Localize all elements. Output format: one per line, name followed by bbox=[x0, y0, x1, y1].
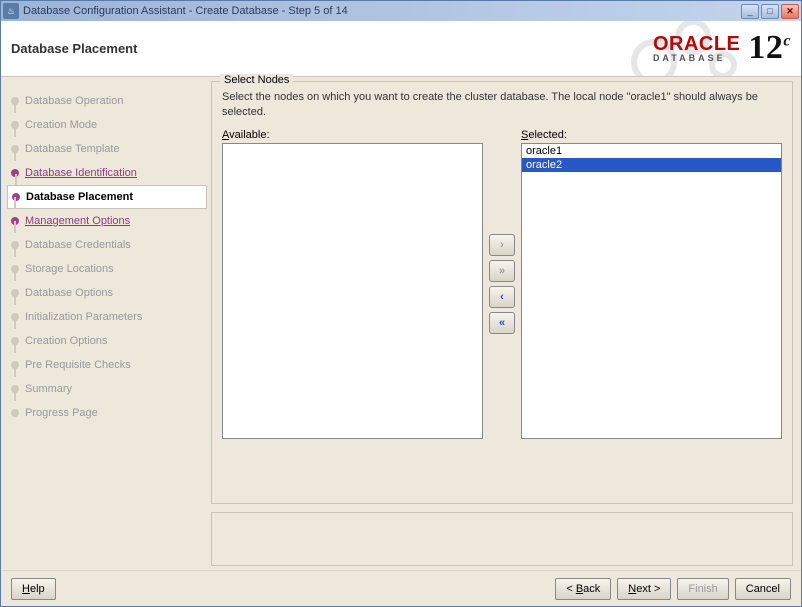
header-banner: Database Placement ORACLE DATABASE 12c bbox=[1, 21, 801, 77]
step-management-options[interactable]: Management Options bbox=[7, 209, 207, 233]
java-icon: ♨ bbox=[3, 3, 19, 19]
remove-button[interactable]: ‹ bbox=[489, 286, 515, 308]
step-label: Database Credentials bbox=[25, 239, 131, 251]
selected-label: Selected: bbox=[521, 129, 782, 141]
step-summary: Summary bbox=[7, 377, 207, 401]
step-label: Database Options bbox=[25, 287, 113, 299]
select-nodes-group: Select Nodes Select the nodes on which y… bbox=[211, 81, 793, 504]
list-item[interactable]: oracle2 bbox=[522, 158, 781, 172]
step-storage-locations: Storage Locations bbox=[7, 257, 207, 281]
list-item[interactable]: oracle1 bbox=[522, 144, 781, 158]
add-all-button[interactable]: » bbox=[489, 260, 515, 282]
step-creation-options: Creation Options bbox=[7, 329, 207, 353]
message-area bbox=[211, 512, 793, 566]
step-label: Storage Locations bbox=[25, 263, 114, 275]
available-listbox[interactable] bbox=[222, 143, 483, 439]
step-label: Summary bbox=[25, 383, 72, 395]
version-text: 12c bbox=[748, 32, 791, 64]
step-database-placement: Database Placement bbox=[7, 185, 207, 209]
step-database-credentials: Database Credentials bbox=[7, 233, 207, 257]
step-database-template: Database Template bbox=[7, 137, 207, 161]
available-label: Available: bbox=[222, 129, 483, 141]
step-creation-mode: Creation Mode bbox=[7, 113, 207, 137]
step-initialization-parameters: Initialization Parameters bbox=[7, 305, 207, 329]
back-button[interactable]: < Back bbox=[555, 578, 611, 600]
footer: Help < Back Next > Finish Cancel bbox=[1, 570, 801, 606]
shuttle-controls: › » ‹ « bbox=[489, 129, 515, 439]
remove-all-button[interactable]: « bbox=[489, 312, 515, 334]
step-label: Database Placement bbox=[26, 191, 133, 203]
step-progress-page: Progress Page bbox=[7, 401, 207, 425]
cancel-button[interactable]: Cancel bbox=[735, 578, 791, 600]
selected-listbox[interactable]: oracle1oracle2 bbox=[521, 143, 782, 439]
finish-button[interactable]: Finish bbox=[677, 578, 728, 600]
step-pre-requisite-checks: Pre Requisite Checks bbox=[7, 353, 207, 377]
step-label: Database Identification bbox=[25, 167, 137, 179]
close-button[interactable]: ✕ bbox=[781, 4, 799, 19]
group-legend: Select Nodes bbox=[220, 74, 293, 86]
window-title: Database Configuration Assistant - Creat… bbox=[23, 5, 348, 17]
step-label: Initialization Parameters bbox=[25, 311, 142, 323]
step-label: Management Options bbox=[25, 215, 130, 227]
page-title: Database Placement bbox=[11, 41, 137, 56]
help-button[interactable]: Help bbox=[11, 578, 56, 600]
step-label: Creation Options bbox=[25, 335, 108, 347]
maximize-button[interactable]: □ bbox=[761, 4, 779, 19]
step-database-options: Database Options bbox=[7, 281, 207, 305]
next-button[interactable]: Next > bbox=[617, 578, 671, 600]
minimize-button[interactable]: _ bbox=[741, 4, 759, 19]
step-database-operation: Database Operation bbox=[7, 89, 207, 113]
instruction-text: Select the nodes on which you want to cr… bbox=[222, 90, 782, 121]
step-label: Database Template bbox=[25, 143, 120, 155]
step-label: Pre Requisite Checks bbox=[25, 359, 131, 371]
step-label: Creation Mode bbox=[25, 119, 97, 131]
wizard-sidebar: Database Operation Creation Mode Database … bbox=[1, 77, 211, 570]
step-database-identification[interactable]: Database Identification bbox=[7, 161, 207, 185]
step-label: Database Operation bbox=[25, 95, 123, 107]
titlebar: ♨ Database Configuration Assistant - Cre… bbox=[1, 1, 801, 21]
add-button[interactable]: › bbox=[489, 234, 515, 256]
step-label: Progress Page bbox=[25, 407, 98, 419]
